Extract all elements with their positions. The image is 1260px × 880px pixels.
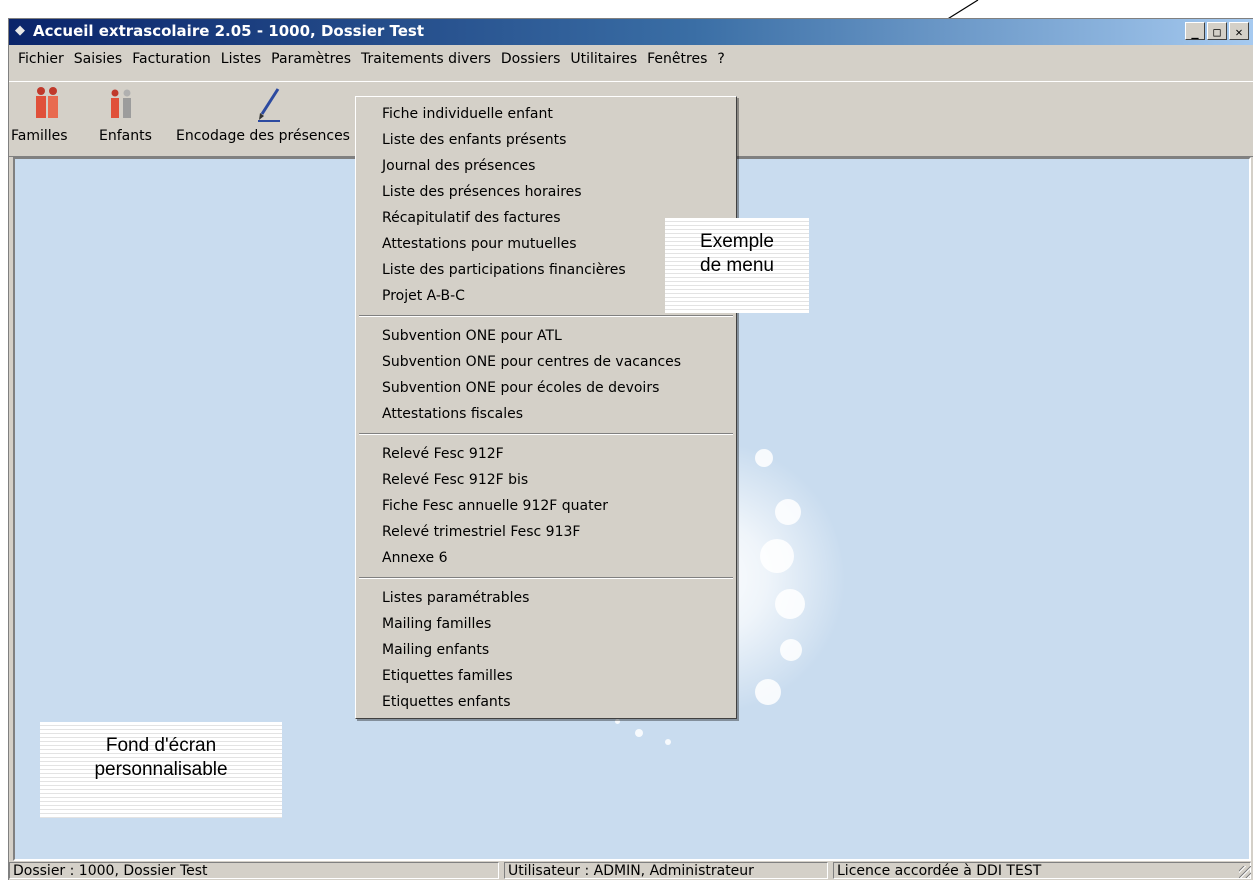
- menu-fenetres[interactable]: Fenêtres: [642, 51, 712, 67]
- menu-item[interactable]: Relevé Fesc 912F bis: [356, 467, 736, 493]
- menu-item[interactable]: Etiquettes enfants: [356, 689, 736, 715]
- callout-line: Exemple: [700, 231, 774, 252]
- status-user: Utilisateur : ADMIN, Administrateur: [504, 862, 828, 879]
- menu-item[interactable]: Fiche individuelle enfant: [356, 101, 736, 127]
- maximize-button[interactable]: □: [1207, 22, 1227, 40]
- menu-item[interactable]: Relevé Fesc 912F: [356, 441, 736, 467]
- toolbar-enfants-button[interactable]: Enfants: [97, 82, 167, 156]
- listes-dropdown-menu: Fiche individuelle enfant Liste des enfa…: [355, 96, 737, 719]
- menu-dossiers[interactable]: Dossiers: [496, 51, 566, 67]
- menu-utilitaires[interactable]: Utilitaires: [565, 51, 642, 67]
- menu-item[interactable]: Subvention ONE pour centres de vacances: [356, 349, 736, 375]
- pen-icon: [258, 88, 280, 122]
- callout-line: Fond d'écran: [105, 735, 217, 756]
- menu-item[interactable]: Subvention ONE pour écoles de devoirs: [356, 375, 736, 401]
- window-title: Accueil extrascolaire 2.05 - 1000, Dossi…: [33, 22, 425, 40]
- toolbar-encodage-button[interactable]: Encodage des présences: [174, 82, 354, 156]
- status-dossier: Dossier : 1000, Dossier Test: [9, 862, 499, 879]
- menu-item[interactable]: Subvention ONE pour ATL: [356, 323, 736, 349]
- toolbar-enfants-label: Enfants: [99, 128, 152, 144]
- title-bar[interactable]: ◆ Accueil extrascolaire 2.05 - 1000, Dos…: [9, 19, 1253, 45]
- close-button[interactable]: ✕: [1229, 22, 1249, 40]
- menu-item[interactable]: Liste des présences horaires: [356, 179, 736, 205]
- menu-item[interactable]: Attestations fiscales: [356, 401, 736, 427]
- menu-item[interactable]: Liste des enfants présents: [356, 127, 736, 153]
- menu-item[interactable]: Etiquettes familles: [356, 663, 736, 689]
- menu-item[interactable]: Fiche Fesc annuelle 912F quater: [356, 493, 736, 519]
- menu-facturation[interactable]: Facturation: [127, 51, 216, 67]
- callout-line: de menu: [700, 255, 774, 276]
- callout-wallpaper: Fond d'écran personnalisable: [40, 722, 282, 818]
- callout-menu-example: Exemple de menu: [665, 218, 809, 313]
- status-bar: Dossier : 1000, Dossier Test Utilisateur…: [9, 862, 1253, 880]
- children-icon: [111, 89, 131, 118]
- toolbar-encodage-label: Encodage des présences: [176, 128, 350, 144]
- toolbar-familles-button[interactable]: Familles: [11, 82, 83, 156]
- family-icon: [36, 87, 58, 118]
- menu-separator: [359, 577, 733, 579]
- menu-separator: [359, 315, 733, 317]
- window-controls: _ □ ✕: [1185, 22, 1249, 40]
- menu-parametres[interactable]: Paramètres: [266, 51, 356, 67]
- menu-fichier[interactable]: Fichier: [13, 51, 69, 67]
- menu-item[interactable]: Relevé trimestriel Fesc 913F: [356, 519, 736, 545]
- menu-separator: [359, 433, 733, 435]
- status-license: Licence accordée à DDI TEST: [833, 862, 1251, 879]
- menu-listes[interactable]: Listes: [216, 51, 266, 67]
- menu-item[interactable]: Annexe 6: [356, 545, 736, 571]
- toolbar-familles-label: Familles: [11, 128, 68, 144]
- menu-saisies[interactable]: Saisies: [69, 51, 127, 67]
- menu-item[interactable]: Journal des présences: [356, 153, 736, 179]
- minimize-button[interactable]: _: [1185, 22, 1205, 40]
- menu-traitements-divers[interactable]: Traitements divers: [356, 51, 496, 67]
- menu-item[interactable]: Listes paramétrables: [356, 585, 736, 611]
- menu-bar: Fichier Saisies Facturation Listes Param…: [9, 46, 1253, 72]
- menu-item[interactable]: Mailing enfants: [356, 637, 736, 663]
- menu-help[interactable]: ?: [712, 51, 729, 67]
- app-icon: ◆: [15, 23, 25, 38]
- callout-line: personnalisable: [94, 759, 228, 780]
- menu-item[interactable]: Mailing familles: [356, 611, 736, 637]
- resize-grip[interactable]: [1239, 866, 1251, 878]
